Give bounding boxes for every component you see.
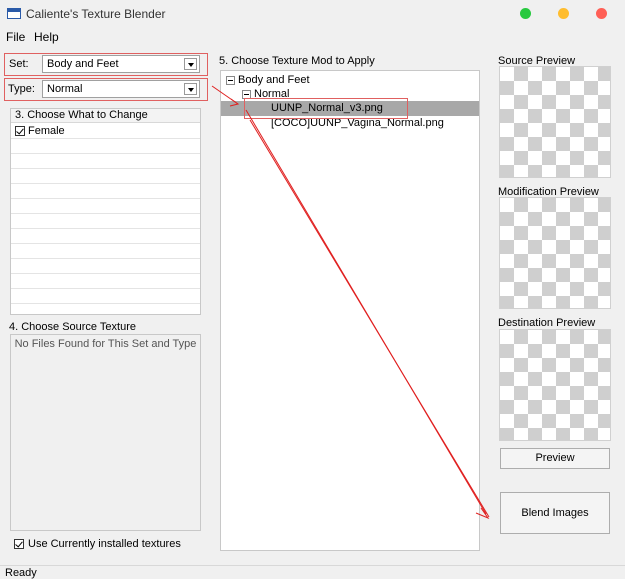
annotation-arrow-file-to-blend-2 (249, 119, 490, 518)
annotation-arrows (211, 85, 490, 520)
status-text: Ready (5, 567, 37, 579)
arrowhead-icon (229, 98, 240, 107)
status-bar: Ready (0, 565, 625, 579)
